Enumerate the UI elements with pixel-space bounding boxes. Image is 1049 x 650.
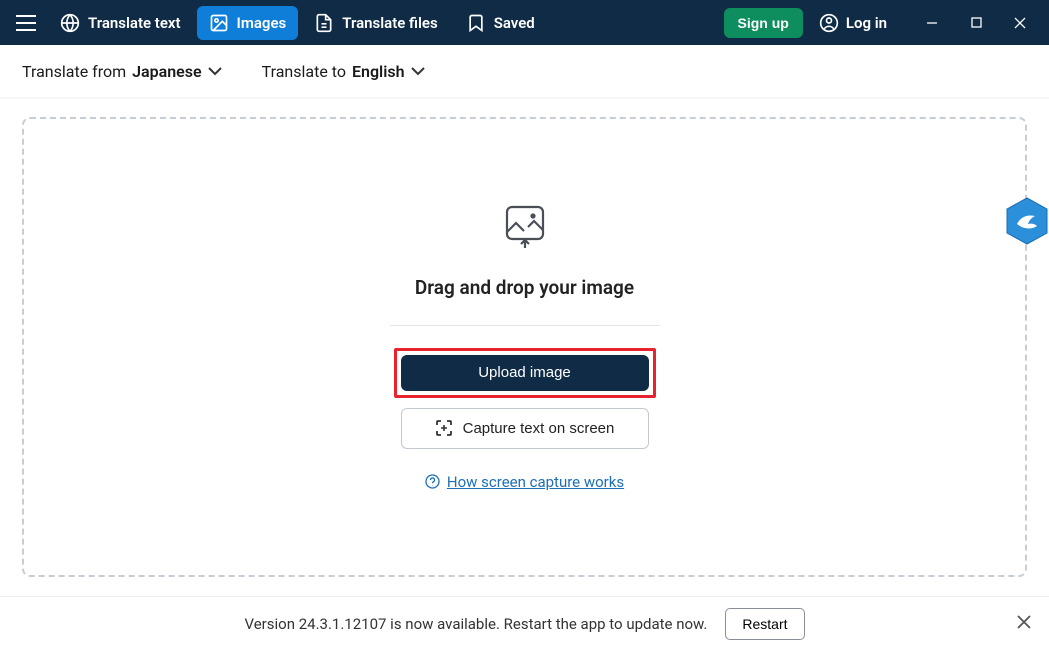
- dropzone-heading: Drag and drop your image: [415, 276, 634, 299]
- update-close-button[interactable]: [1017, 614, 1031, 633]
- to-value: English: [352, 62, 405, 81]
- capture-screen-button[interactable]: Capture text on screen: [401, 408, 649, 449]
- help-icon: [425, 474, 440, 489]
- nav-images[interactable]: Images: [197, 6, 299, 40]
- signup-button[interactable]: Sign up: [724, 8, 803, 38]
- close-icon: [1014, 17, 1026, 29]
- close-icon: [1017, 615, 1031, 629]
- bird-badge-icon: [1005, 196, 1049, 246]
- nav-translate-files[interactable]: Translate files: [302, 6, 449, 40]
- bookmark-icon: [466, 13, 486, 33]
- nav-label: Saved: [494, 14, 535, 32]
- window-close[interactable]: [999, 9, 1041, 37]
- chevron-down-icon: [208, 67, 222, 76]
- restart-button[interactable]: Restart: [725, 608, 804, 640]
- upload-image-button[interactable]: Upload image: [401, 355, 649, 391]
- translate-from-select[interactable]: Translate from Japanese: [22, 62, 222, 81]
- image-icon: [209, 13, 229, 33]
- login-label: Log in: [846, 14, 887, 32]
- capture-icon: [435, 419, 453, 437]
- help-link[interactable]: How screen capture works: [425, 473, 624, 491]
- nav-saved[interactable]: Saved: [454, 6, 547, 40]
- image-dropzone[interactable]: Drag and drop your image Upload image Ca…: [22, 117, 1027, 577]
- nav-label: Translate files: [342, 14, 437, 32]
- minimize-icon: [926, 17, 938, 29]
- update-message: Version 24.3.1.12107 is now available. R…: [245, 615, 708, 633]
- help-link-text: How screen capture works: [447, 473, 624, 491]
- from-label: Translate from: [22, 62, 126, 81]
- divider: [390, 325, 660, 326]
- user-icon: [819, 13, 839, 33]
- globe-icon: [60, 13, 80, 33]
- capture-label: Capture text on screen: [463, 420, 615, 437]
- nav-label: Images: [237, 14, 287, 32]
- window-maximize[interactable]: [955, 9, 997, 37]
- upload-image-icon: [504, 204, 546, 254]
- chevron-down-icon: [411, 67, 425, 76]
- to-label: Translate to: [262, 62, 346, 81]
- floating-assistant-badge[interactable]: [1005, 196, 1049, 246]
- file-icon: [314, 13, 334, 33]
- login-button[interactable]: Log in: [809, 6, 897, 40]
- hamburger-icon: [16, 15, 36, 31]
- translate-to-select[interactable]: Translate to English: [262, 62, 425, 81]
- window-minimize[interactable]: [911, 9, 953, 37]
- update-banner: Version 24.3.1.12107 is now available. R…: [0, 596, 1049, 650]
- from-value: Japanese: [132, 62, 201, 81]
- upload-highlight: Upload image: [394, 348, 656, 398]
- nav-label: Translate text: [88, 14, 181, 32]
- nav-translate-text[interactable]: Translate text: [48, 6, 193, 40]
- menu-button[interactable]: [8, 9, 44, 37]
- maximize-icon: [971, 17, 982, 28]
